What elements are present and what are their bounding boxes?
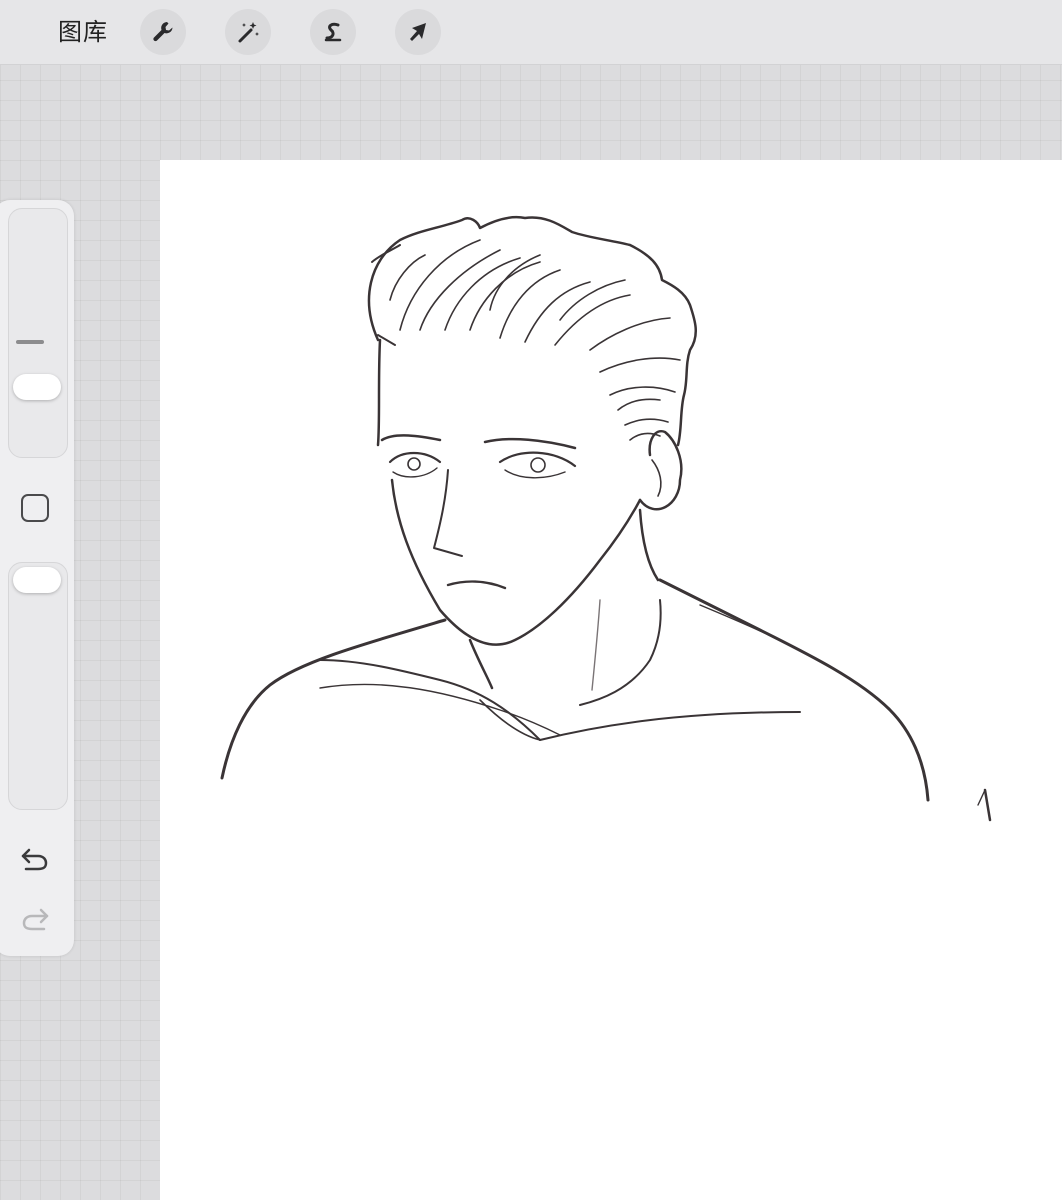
top-toolbar: 图库 bbox=[0, 0, 1062, 65]
drawing-canvas[interactable] bbox=[160, 160, 1062, 1200]
undo-icon bbox=[21, 848, 48, 871]
undo-button[interactable] bbox=[18, 844, 52, 874]
left-sidebar bbox=[0, 200, 74, 956]
gallery-button[interactable]: 图库 bbox=[58, 14, 108, 50]
transform-button[interactable] bbox=[395, 9, 441, 55]
selection-button[interactable] bbox=[310, 9, 356, 55]
actions-button[interactable] bbox=[140, 9, 186, 55]
arrow-cursor-icon bbox=[410, 23, 426, 41]
magic-wand-icon bbox=[238, 22, 259, 43]
brush-size-slider-thumb[interactable] bbox=[13, 373, 61, 400]
adjustments-button[interactable] bbox=[225, 9, 271, 55]
redo-button[interactable] bbox=[18, 904, 52, 934]
opacity-slider[interactable] bbox=[8, 562, 68, 810]
brush-size-indicator bbox=[16, 340, 44, 344]
sketch-artwork bbox=[220, 215, 992, 822]
redo-icon bbox=[22, 908, 49, 931]
brush-size-slider[interactable] bbox=[8, 208, 68, 458]
wrench-icon bbox=[153, 22, 173, 42]
modify-button[interactable] bbox=[21, 494, 49, 522]
opacity-slider-thumb[interactable] bbox=[13, 567, 61, 593]
selection-s-icon bbox=[324, 22, 342, 42]
